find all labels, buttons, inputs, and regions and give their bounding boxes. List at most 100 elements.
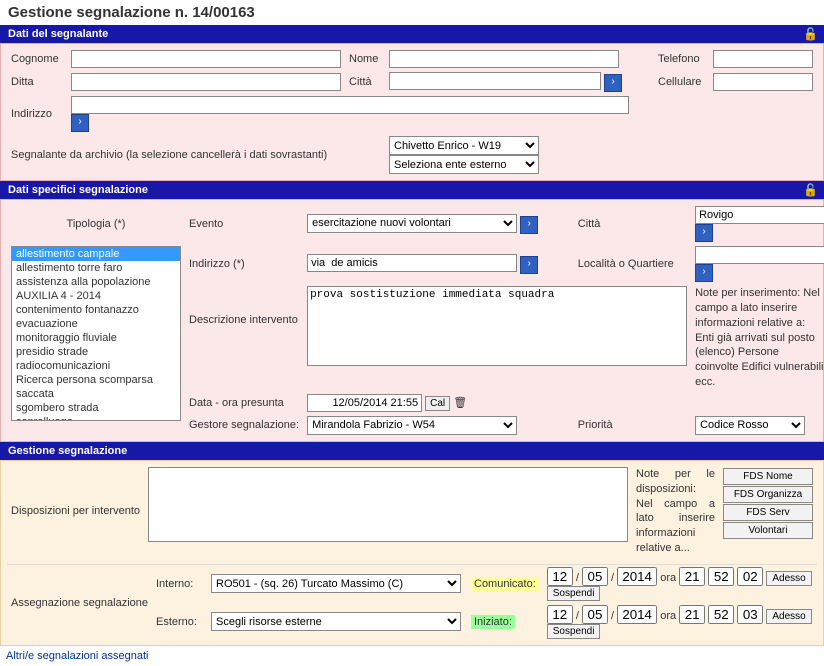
select-ente-esterno[interactable]: Seleziona ente esterno: [389, 155, 539, 174]
section-header-gestione: Gestione segnalazione: [0, 442, 824, 460]
com-hour[interactable]: [679, 567, 705, 586]
label-archivio: Segnalante da archivio (la selezione can…: [7, 134, 385, 176]
com-sec[interactable]: [737, 567, 763, 586]
textarea-disposizioni[interactable]: [148, 467, 628, 542]
tipologia-item[interactable]: AUXILIA 4 - 2014: [12, 289, 180, 303]
footer-link[interactable]: Altri/e segnalazioni assegnati: [0, 646, 824, 666]
com-day[interactable]: [547, 567, 573, 586]
label-ditta: Ditta: [7, 70, 67, 94]
label-interno: Interno:: [152, 564, 207, 603]
volontari-button[interactable]: Volontari: [723, 522, 813, 539]
tipologia-item[interactable]: allestimento torre faro: [12, 261, 180, 275]
textarea-descrizione[interactable]: prova sostistuzione immediata squadra: [307, 286, 687, 366]
panel-gestione: Disposizioni per intervento Note per le …: [0, 460, 824, 646]
tipologia-item[interactable]: assistenza alla popolazione: [12, 275, 180, 289]
input-telefono[interactable]: [713, 50, 813, 68]
calendar-button[interactable]: Cal: [425, 396, 450, 411]
page-title: Gestione segnalazione n. 14/00163: [0, 0, 824, 25]
ini-sec[interactable]: [737, 605, 763, 624]
label-citta: Città: [345, 70, 385, 94]
go-icon-citta2[interactable]: ›: [695, 224, 713, 242]
input-ditta[interactable]: [71, 73, 341, 91]
go-icon-indirizzo2[interactable]: ›: [520, 256, 538, 274]
label-esterno: Esterno:: [152, 603, 207, 641]
tipologia-item[interactable]: monitoraggio fluviale: [12, 331, 180, 345]
fds-serv-button[interactable]: FDS Serv: [723, 504, 813, 521]
fds-organizza-button[interactable]: FDS Organizza: [723, 486, 813, 503]
label-indirizzo: Indirizzo: [7, 94, 67, 134]
tipologia-item[interactable]: saccata: [12, 387, 180, 401]
input-indirizzo[interactable]: [71, 96, 629, 114]
select-gestore[interactable]: Mirandola Fabrizio - W54: [307, 416, 517, 435]
select-interno[interactable]: RO501 - (sq. 26) Turcato Massimo (C): [211, 574, 461, 593]
ini-month[interactable]: [582, 605, 608, 624]
label-iniziato: Iniziato:: [471, 615, 515, 629]
section-title: Gestione segnalazione: [8, 445, 127, 457]
section-title: Dati specifici segnalazione: [8, 184, 148, 196]
ini-day[interactable]: [547, 605, 573, 624]
fds-nome-button[interactable]: FDS Nome: [723, 468, 813, 485]
adesso-button-1[interactable]: Adesso: [766, 571, 811, 586]
label-tipologia: Tipologia (*): [7, 204, 185, 244]
panel-segnalante: Cognome Nome Telefono Ditta Città › Cell…: [0, 43, 824, 181]
adesso-button-2[interactable]: Adesso: [766, 609, 811, 624]
section-title: Dati del segnalante: [8, 28, 108, 40]
label-gestore: Gestore segnalazione:: [185, 414, 303, 437]
note-disposizioni: Note per le disposizioni: Nel campo a la…: [632, 465, 719, 558]
lock-icon[interactable]: 🔓: [803, 183, 818, 197]
input-nome[interactable]: [389, 50, 619, 68]
input-dataora[interactable]: [307, 394, 422, 412]
label-disposizioni: Disposizioni per intervento: [7, 465, 144, 558]
input-citta[interactable]: [389, 72, 601, 90]
label-localita: Località o Quartiere: [574, 244, 691, 284]
section-header-segnalante: Dati del segnalante 🔓: [0, 25, 824, 43]
select-priorita[interactable]: Codice Rosso: [695, 416, 805, 435]
trash-icon[interactable]: 🗑: [453, 396, 467, 410]
select-esterno[interactable]: Scegli risorse esterne: [211, 612, 461, 631]
label-evento: Evento: [185, 204, 303, 244]
input-citta2[interactable]: [695, 206, 824, 224]
section-header-dati-specifici: Dati specifici segnalazione 🔓: [0, 181, 824, 199]
ini-min[interactable]: [708, 605, 734, 624]
label-ora: ora: [660, 572, 676, 584]
com-year[interactable]: [617, 567, 657, 586]
tipologia-item[interactable]: evacuazione: [12, 317, 180, 331]
input-indirizzo2[interactable]: [307, 254, 517, 272]
label-cognome: Cognome: [7, 48, 67, 70]
go-icon-localita[interactable]: ›: [695, 264, 713, 282]
com-min[interactable]: [708, 567, 734, 586]
label-descrizione: Descrizione intervento: [185, 284, 303, 392]
label-comunicato: Comunicato:: [471, 577, 539, 591]
label-assegnazione: Assegnazione segnalazione: [7, 564, 152, 641]
select-evento[interactable]: esercitazione nuovi volontari: [307, 214, 517, 233]
listbox-tipologia[interactable]: allestimento campaleallestimento torre f…: [11, 246, 181, 421]
label-telefono: Telefono: [654, 48, 709, 70]
go-icon-indirizzo[interactable]: ›: [71, 114, 89, 132]
label-ora: ora: [660, 610, 676, 622]
tipologia-item[interactable]: sopralluogo: [12, 415, 180, 421]
tipologia-item[interactable]: contenimento fontanazzo: [12, 303, 180, 317]
select-archivio[interactable]: Chivetto Enrico - W19: [389, 136, 539, 155]
sospendi-button-2[interactable]: Sospendi: [547, 624, 601, 639]
input-cellulare[interactable]: [713, 73, 813, 91]
label-citta2: Città: [574, 204, 691, 244]
lock-icon[interactable]: 🔓: [803, 27, 818, 41]
input-localita[interactable]: [695, 246, 824, 264]
go-icon-evento[interactable]: ›: [520, 216, 538, 234]
tipologia-item[interactable]: Ricerca persona scomparsa: [12, 373, 180, 387]
label-priorita: Priorità: [574, 414, 691, 437]
com-month[interactable]: [582, 567, 608, 586]
ini-year[interactable]: [617, 605, 657, 624]
input-cognome[interactable]: [71, 50, 341, 68]
go-icon-citta[interactable]: ›: [604, 74, 622, 92]
tipologia-item[interactable]: allestimento campale: [12, 247, 180, 261]
tipologia-item[interactable]: presidio strade: [12, 345, 180, 359]
note-inserimento: Note per inserimento: Nel campo a lato i…: [691, 284, 824, 392]
panel-dati-specifici: Tipologia (*) Evento esercitazione nuovi…: [0, 199, 824, 442]
sospendi-button-1[interactable]: Sospendi: [547, 586, 601, 601]
tipologia-item[interactable]: sgombero strada: [12, 401, 180, 415]
ini-hour[interactable]: [679, 605, 705, 624]
label-nome: Nome: [345, 48, 385, 70]
label-dataora: Data - ora presunta: [185, 392, 303, 414]
tipologia-item[interactable]: radiocomunicazioni: [12, 359, 180, 373]
